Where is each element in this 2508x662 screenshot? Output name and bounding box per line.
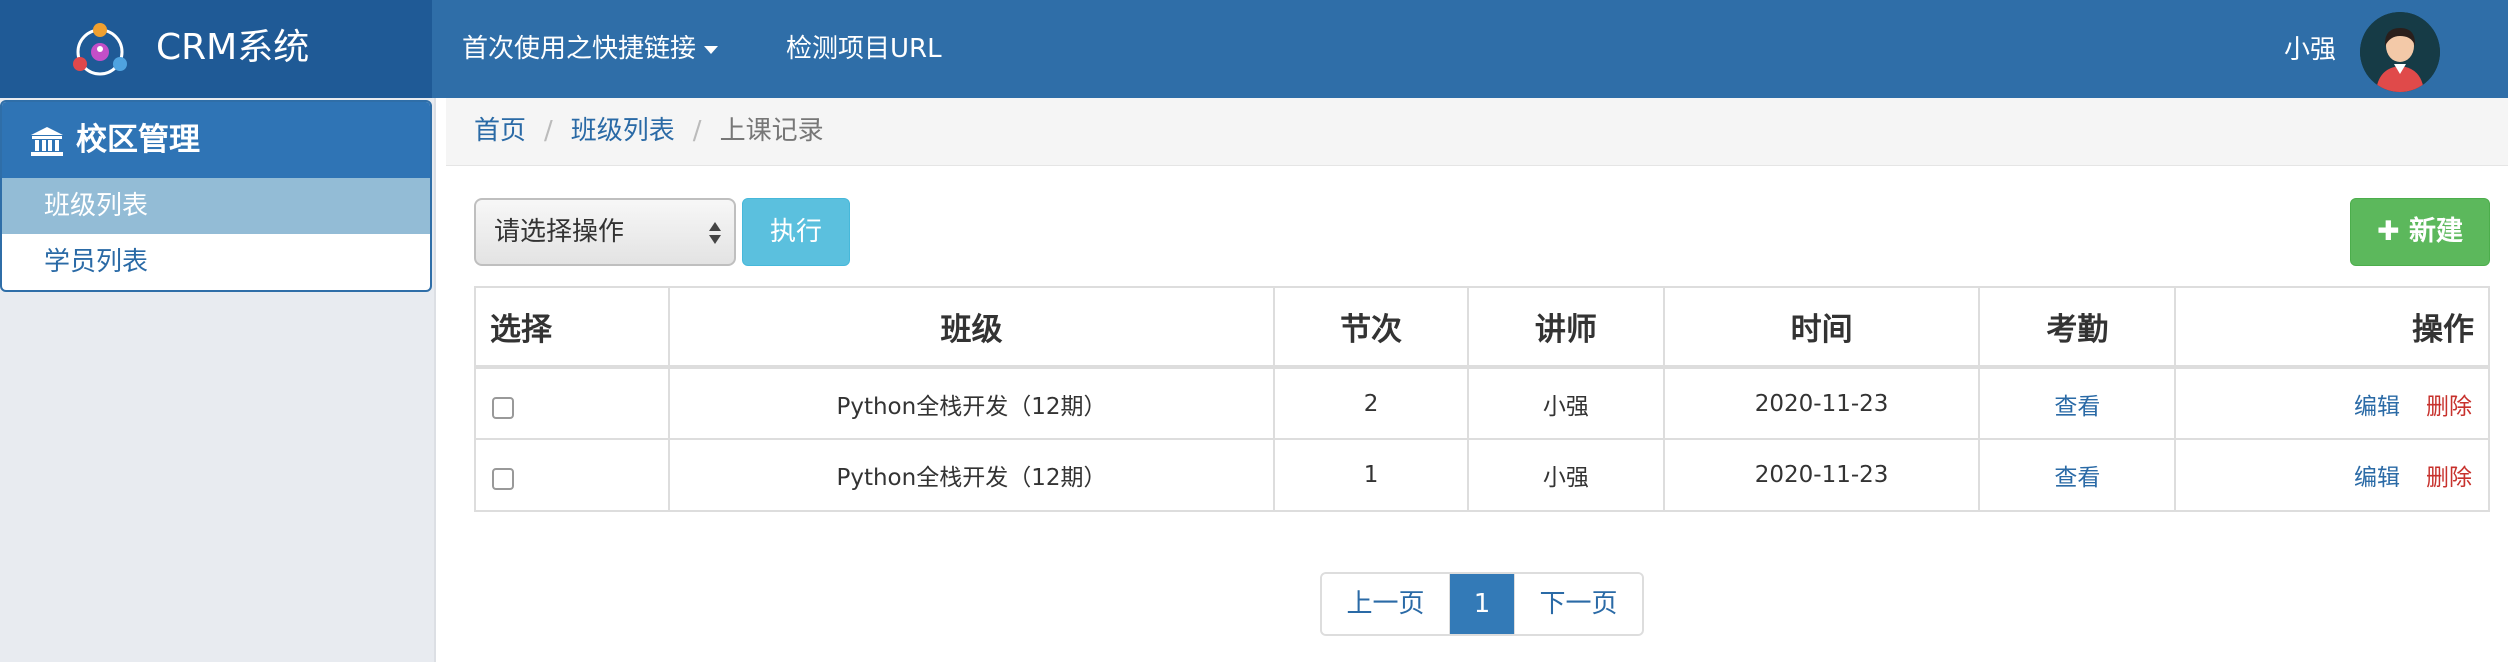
cell-teacher: 小强 [1466, 438, 1665, 512]
user-avatar-icon [2360, 12, 2440, 92]
course-record-table: 选择 班级 节次 讲师 时间 考勤 操作 Python全栈开发（12期） 2 小… [474, 286, 2490, 512]
row-checkbox[interactable] [492, 468, 514, 490]
row-select-cell [474, 366, 670, 440]
breadcrumb-current: 上课记录 [719, 116, 824, 146]
edit-link[interactable]: 编辑 [2354, 394, 2400, 420]
view-attendance-link[interactable]: 查看 [2054, 465, 2100, 491]
execute-button[interactable]: 执行 [742, 198, 850, 266]
row-select-cell [474, 438, 670, 512]
select-arrows-icon [709, 222, 721, 244]
avatar[interactable] [2360, 12, 2440, 92]
col-header-class: 班级 [667, 286, 1276, 369]
col-header-select: 选择 [474, 286, 670, 369]
col-header-time: 时间 [1662, 286, 1981, 369]
cell-attendance: 查看 [1978, 366, 2177, 440]
delete-link[interactable]: 删除 [2426, 394, 2472, 420]
edit-link[interactable]: 编辑 [2354, 465, 2400, 491]
new-button-label: 新建 [2409, 216, 2464, 247]
view-attendance-link[interactable]: 查看 [2054, 394, 2100, 420]
col-header-actions: 操作 [2174, 286, 2490, 369]
row-checkbox[interactable] [492, 396, 514, 419]
table-row: Python全栈开发（12期） 2 小强 2020-11-23 查看 编辑 删除 [474, 366, 2490, 440]
user-name[interactable]: 小强 [2284, 30, 2336, 70]
col-header-session: 节次 [1273, 286, 1469, 369]
pagination: 上一页 1 下一页 [1320, 572, 1644, 636]
cell-attendance: 查看 [1978, 438, 2177, 512]
sidebar-item-class-list[interactable]: 班级列表 [2, 178, 430, 234]
nav-detect-project-url[interactable]: 检测项目URL [786, 28, 942, 70]
pagination-prev[interactable]: 上一页 [1322, 574, 1450, 634]
bank-icon [31, 126, 63, 156]
breadcrumb: 首页 / 班级列表 / 上课记录 [446, 98, 2508, 166]
col-header-teacher: 讲师 [1466, 286, 1665, 369]
pagination-next[interactable]: 下一页 [1514, 574, 1642, 634]
breadcrumb-home[interactable]: 首页 [474, 116, 526, 146]
action-select[interactable]: 请选择操作 [474, 198, 736, 266]
breadcrumb-separator: / [692, 116, 702, 146]
nav-quick-links-label: 首次使用之快捷链接 [462, 34, 697, 64]
sidebar-item-student-list[interactable]: 学员列表 [2, 234, 430, 290]
sidebar-panel-campus: 校区管理 班级列表 学员列表 [0, 100, 432, 292]
sidebar-section-title: 校区管理 [76, 122, 200, 158]
cell-actions: 编辑 删除 [2174, 438, 2490, 512]
plus-icon: ✚ [2376, 216, 2400, 247]
cell-teacher: 小强 [1466, 366, 1665, 440]
cell-session: 1 [1273, 438, 1469, 512]
cell-session: 2 [1273, 366, 1469, 440]
brand[interactable]: CRM系统 [0, 0, 432, 98]
cell-class: Python全栈开发（12期） [667, 438, 1276, 512]
cell-actions: 编辑 删除 [2174, 366, 2490, 440]
cell-time: 2020-11-23 [1662, 366, 1981, 440]
nav-quick-links-dropdown[interactable]: 首次使用之快捷链接 [462, 28, 719, 70]
cell-class: Python全栈开发（12期） [667, 366, 1276, 440]
table-header-row: 选择 班级 节次 讲师 时间 考勤 操作 [474, 286, 2490, 369]
crm-logo-icon [73, 23, 127, 76]
delete-link[interactable]: 删除 [2426, 465, 2472, 491]
cell-time: 2020-11-23 [1662, 438, 1981, 512]
pagination-current-page[interactable]: 1 [1450, 574, 1514, 634]
breadcrumb-class-list[interactable]: 班级列表 [571, 116, 675, 146]
action-select-value: 请选择操作 [494, 217, 625, 247]
top-navbar: CRM系统 首次使用之快捷链接 检测项目URL 小强 [0, 0, 2508, 98]
sidebar-panel-header[interactable]: 校区管理 [2, 102, 430, 178]
table-row: Python全栈开发（12期） 1 小强 2020-11-23 查看 编辑 删除 [474, 438, 2490, 512]
breadcrumb-separator: / [544, 116, 553, 146]
new-button[interactable]: ✚ 新建 [2350, 198, 2490, 266]
col-header-attendance: 考勤 [1978, 286, 2177, 369]
caret-down-icon [704, 45, 719, 54]
brand-title: CRM系统 [156, 27, 310, 68]
